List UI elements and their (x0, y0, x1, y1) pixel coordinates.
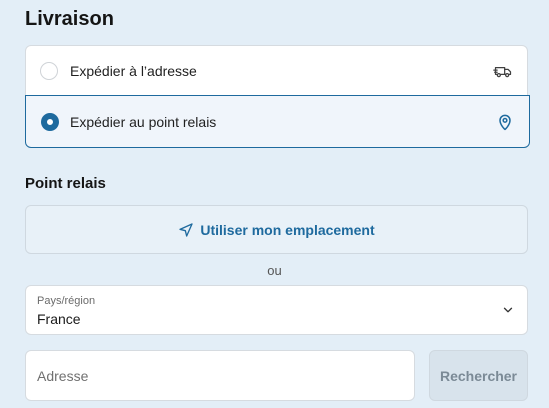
delivery-section-title: Livraison (25, 8, 114, 30)
country-region-value: France (37, 311, 81, 327)
ship-to-pickup-point-option[interactable]: Expédier au point relais (25, 95, 530, 148)
checkout-delivery-page: Livraison Expédier à l’adresse Expédier … (0, 0, 549, 408)
map-pin-icon (499, 114, 511, 130)
country-region-select[interactable]: Pays/région France (25, 285, 528, 335)
delivery-options-group: Expédier à l’adresse Expédier au point r… (25, 45, 530, 148)
country-region-label: Pays/région (37, 295, 96, 307)
navigation-arrow-icon (179, 222, 194, 237)
address-input[interactable] (25, 350, 415, 401)
ship-to-address-label: Expédier à l’adresse (70, 63, 197, 79)
search-button[interactable]: Rechercher (429, 350, 528, 401)
ship-to-address-radio[interactable] (40, 62, 58, 80)
delivery-truck-icon (493, 67, 512, 78)
pickup-point-section-title: Point relais (25, 175, 106, 192)
ship-to-pickup-point-label: Expédier au point relais (70, 113, 217, 130)
ship-to-address-option[interactable]: Expédier à l’adresse (26, 46, 527, 96)
use-my-location-label: Utiliser mon emplacement (200, 221, 375, 238)
ship-to-pickup-point-radio[interactable] (41, 112, 59, 131)
or-separator: ou (267, 263, 282, 278)
use-my-location-button[interactable]: Utiliser mon emplacement (25, 205, 528, 254)
chevron-down-icon (503, 307, 513, 313)
